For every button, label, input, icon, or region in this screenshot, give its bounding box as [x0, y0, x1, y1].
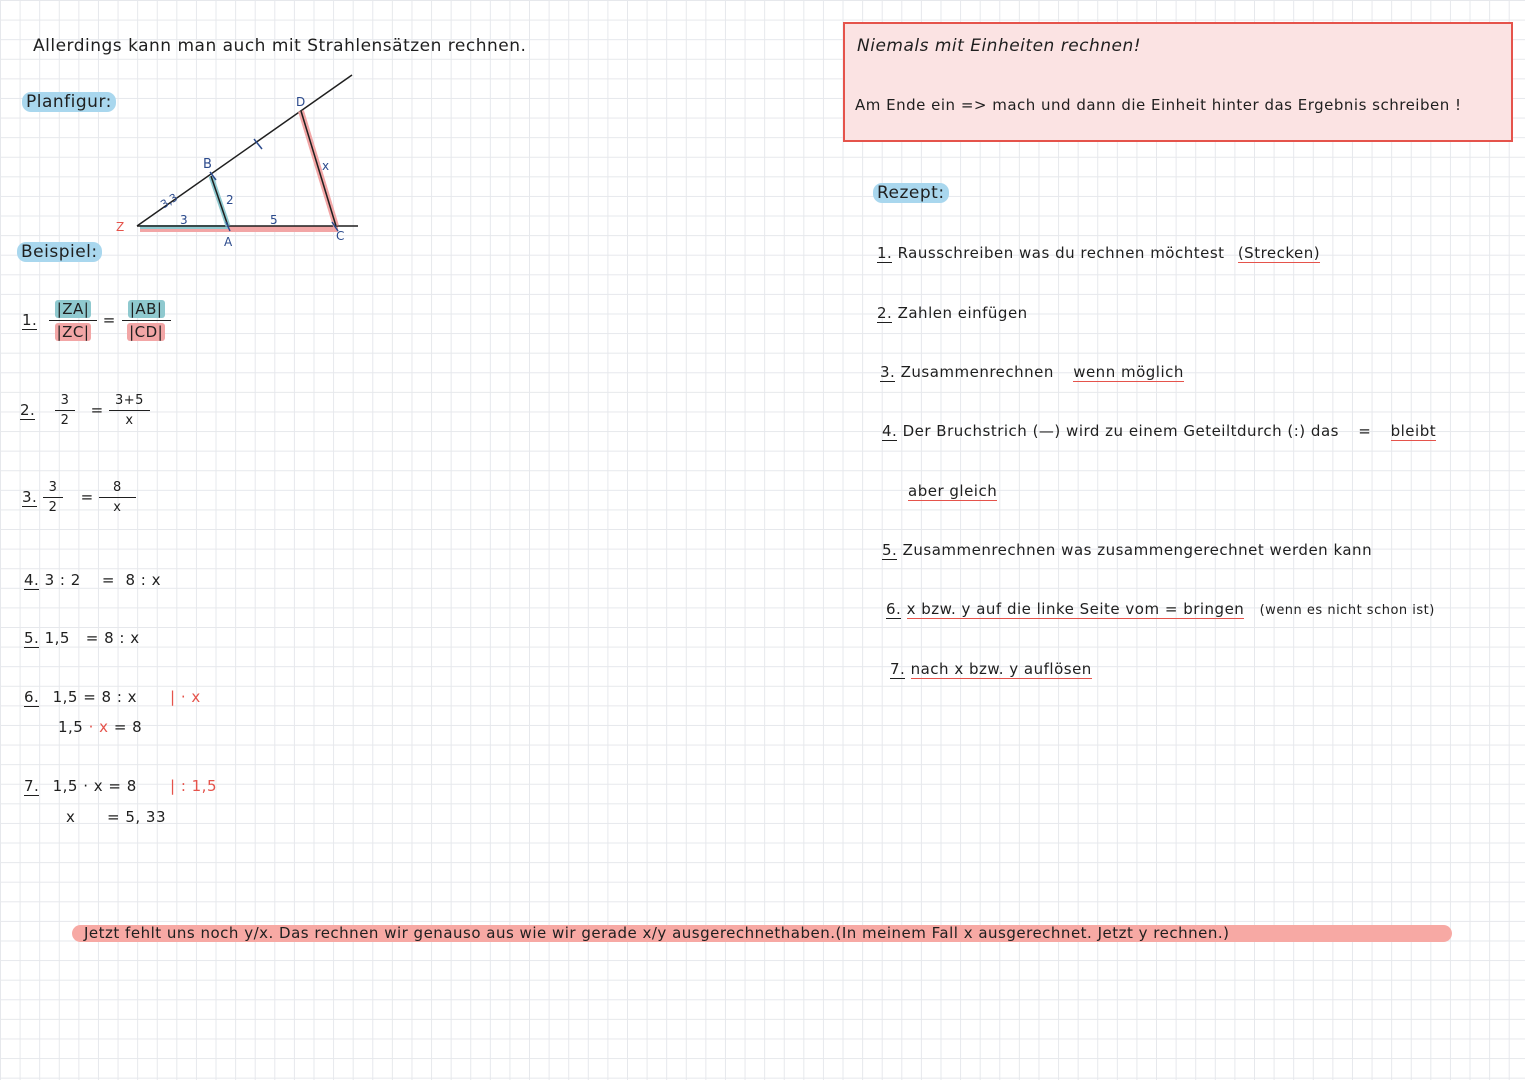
- warning-line-1: Niemals mit Einheiten rechnen!: [857, 36, 1142, 56]
- recipe-6-number: 6.: [886, 600, 902, 619]
- recipe-4-number: 4.: [882, 422, 898, 441]
- recipe-item-3: 3. Zusammenrechnen wenn möglich: [880, 363, 1184, 382]
- recipe-item-1: 1. Rausschreiben was du rechnen möchtest…: [877, 244, 1321, 263]
- recipe-2-number: 2.: [877, 304, 893, 323]
- label-b: B: [203, 157, 212, 172]
- step-5-number: 5.: [24, 629, 40, 648]
- step-3-left-fraction: 3 2: [42, 480, 64, 515]
- step-3: 3. 3 2 = 8 x: [22, 480, 136, 515]
- beispiel-label-text: Beispiel:: [17, 242, 102, 262]
- recipe-5-number: 5.: [882, 541, 898, 560]
- step-6-line2-a: 1,5: [58, 718, 89, 736]
- step-6-number: 6.: [24, 688, 40, 707]
- step-2-right-fraction: 3+5 x: [109, 393, 150, 428]
- warning-line-2: Am Ende ein => mach und dann die Einheit…: [855, 96, 1462, 114]
- step-7-operation: | : 1,5: [170, 777, 217, 795]
- step-1-equals: =: [102, 311, 116, 329]
- step-1-right-num: |AB|: [127, 300, 165, 318]
- step-2-left-den: 2: [60, 413, 70, 428]
- step-2-left-num: 3: [54, 393, 76, 411]
- step-7: 7. 1,5 · x = 8: [24, 777, 137, 796]
- recipe-item-4: 4. Der Bruchstrich (—) wird zu einem Get…: [882, 422, 1437, 441]
- step-4-number: 4.: [24, 571, 40, 590]
- recipe-1-note: (Strecken): [1237, 244, 1321, 263]
- step-7-number: 7.: [24, 777, 40, 796]
- step-6: 6. 1,5 = 8 : x: [24, 688, 138, 707]
- step-1-left-fraction: |ZA| |ZC|: [48, 300, 98, 341]
- step-6-line1: 1,5 = 8 : x: [52, 688, 138, 706]
- label-a: A: [224, 235, 233, 249]
- segment-cd: [300, 110, 337, 227]
- step-1-left-den: |ZC|: [54, 323, 92, 341]
- step-6-line2-x: · x: [88, 718, 109, 736]
- step-2-right-den: x: [125, 413, 134, 428]
- label-c: C: [336, 229, 344, 243]
- label-d: D: [296, 95, 305, 109]
- step-5: 5. 1,5 = 8 : x: [24, 629, 140, 648]
- recipe-item-6: 6. x bzw. y auf die linke Seite vom = br…: [886, 600, 1435, 619]
- step-6-line2-b: = 8: [108, 718, 143, 736]
- label-x: x: [322, 159, 329, 173]
- step-3-right-num: 8: [99, 480, 136, 498]
- length-za: 3: [180, 213, 188, 227]
- step-1: 1. |ZA| |ZC| = |AB| |CD|: [22, 300, 171, 341]
- rezept-label-text: Rezept:: [873, 183, 949, 203]
- step-2: 2. 3 2 = 3+5 x: [20, 393, 150, 428]
- step-3-left-den: 2: [48, 500, 58, 515]
- step-2-number: 2.: [20, 401, 36, 420]
- beispiel-label: Beispiel:: [17, 242, 102, 262]
- step-6-line2: 1,5 · x = 8: [58, 718, 142, 736]
- length-ac: 5: [270, 213, 278, 227]
- warning-box: Niemals mit Einheiten rechnen! Am Ende e…: [843, 22, 1513, 142]
- step-3-right-den: x: [113, 500, 122, 515]
- length-ab: 2: [226, 193, 234, 207]
- recipe-6-note: (wenn es nicht schon ist): [1259, 603, 1435, 618]
- recipe-4-text: Der Bruchstrich (—) wird zu einem Geteil…: [902, 422, 1339, 440]
- step-3-equals: =: [80, 488, 94, 506]
- step-2-right-num: 3+5: [109, 393, 150, 411]
- recipe-3-text: Zusammenrechnen: [900, 363, 1054, 381]
- step-1-left-num: |ZA|: [54, 300, 92, 318]
- recipe-1-number: 1.: [877, 244, 893, 263]
- step-2-equals: =: [90, 401, 104, 419]
- step-6-operation: | · x: [170, 688, 201, 706]
- recipe-3-number: 3.: [880, 363, 896, 382]
- recipe-item-5: 5. Zusammenrechnen was zusammengerechnet…: [882, 541, 1373, 560]
- step-3-right-fraction: 8 x: [99, 480, 136, 515]
- recipe-3-note: wenn möglich: [1073, 363, 1184, 382]
- step-3-number: 3.: [22, 488, 38, 507]
- planfigur-diagram: Z A B C D x y 3 3,3 2 5: [116, 74, 358, 249]
- recipe-4-note: bleibt: [1390, 422, 1437, 441]
- recipe-4b-text: aber gleich: [908, 482, 998, 501]
- step-1-number: 1.: [22, 311, 38, 330]
- label-z: Z: [116, 220, 124, 234]
- recipe-4-equals: =: [1358, 422, 1372, 440]
- step-1-right-fraction: |AB| |CD|: [121, 300, 171, 341]
- recipe-item-7: 7. nach x bzw. y auflösen: [890, 660, 1092, 679]
- step-1-right-den: |CD|: [127, 323, 166, 341]
- bottom-note: Jetzt fehlt uns noch y/x. Das rechnen wi…: [84, 924, 1230, 942]
- recipe-1-text: Rausschreiben was du rechnen möchtest: [897, 244, 1225, 262]
- recipe-7-number: 7.: [890, 660, 906, 679]
- step-7-line2: x = 5, 33: [66, 808, 166, 826]
- recipe-item-4b: aber gleich: [908, 482, 998, 501]
- recipe-7-text: nach x bzw. y auflösen: [910, 660, 1092, 679]
- step-3-left-num: 3: [42, 480, 64, 498]
- step-7-line1: 1,5 · x = 8: [52, 777, 137, 795]
- recipe-6-text: x bzw. y auf die linke Seite vom = bring…: [906, 600, 1245, 619]
- recipe-5-text: Zusammenrechnen was zusammengerechnet we…: [902, 541, 1373, 559]
- rezept-label: Rezept:: [873, 183, 949, 203]
- recipe-item-2: 2. Zahlen einfügen: [877, 304, 1028, 323]
- step-5-text: 1,5 = 8 : x: [44, 629, 140, 647]
- step-2-left-fraction: 3 2: [54, 393, 76, 428]
- step-4: 4. 3 : 2 = 8 : x: [24, 571, 161, 590]
- recipe-2-text: Zahlen einfügen: [897, 304, 1028, 322]
- step-4-text: 3 : 2 = 8 : x: [44, 571, 161, 589]
